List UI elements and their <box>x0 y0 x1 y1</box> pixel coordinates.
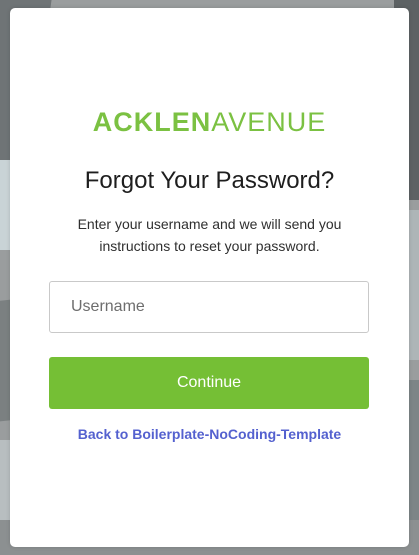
username-input[interactable] <box>49 281 369 333</box>
logo-text-strong: ACKLEN <box>92 107 212 137</box>
forgot-password-card: ACKLENAVENUE Forgot Your Password? Enter… <box>10 8 409 547</box>
continue-button[interactable]: Continue <box>49 357 369 409</box>
instructions-text: Enter your username and we will send you… <box>77 216 342 254</box>
page-title: Forgot Your Password? <box>84 167 335 194</box>
back-to-app-link[interactable]: Back to Boilerplate-NoCoding-Template <box>10 426 409 442</box>
logo-text-light: AVENUE <box>211 107 327 137</box>
brand-logo: ACKLENAVENUE <box>10 107 409 137</box>
